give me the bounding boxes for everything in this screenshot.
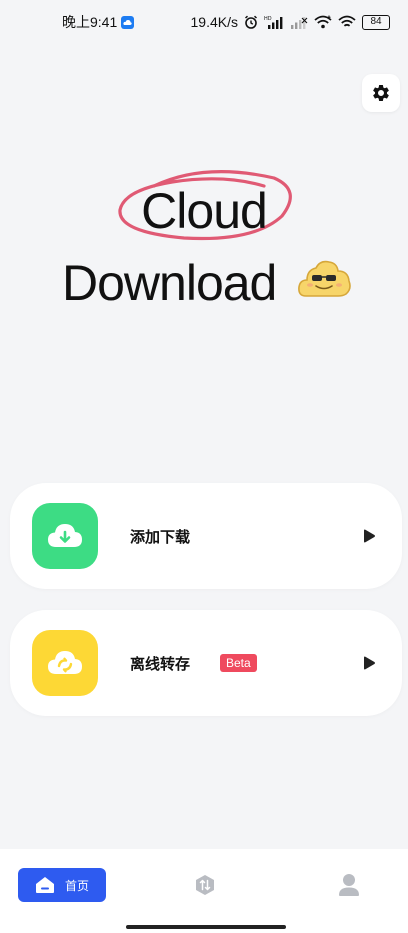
battery-icon: 84 [362,14,390,30]
status-right: 19.4K/s HD 84 [191,14,408,30]
play-arrow-icon [364,529,375,543]
nav-home-label: 首页 [64,878,89,893]
settings-button[interactable] [362,74,400,112]
beta-badge: Beta [220,654,257,672]
status-left: 晚上9:41 [0,12,135,32]
cool-cloud-emoji-icon [298,260,351,297]
wifi-icon [314,15,332,29]
nav-profile-tab[interactable] [338,873,360,902]
hero-title-line1: Cloud [141,183,268,239]
cloud-sync-icon [48,651,82,674]
hero-title-line2: Download [62,255,277,311]
status-time: 晚上9:41 [62,14,118,30]
battery-level: 84 [370,16,382,27]
offline-transfer-label: 离线转存 [130,655,191,673]
card-icon-bg [32,630,98,696]
card-icon-bg [32,503,98,569]
cloud-notification-icon [121,15,135,29]
bottom-nav: 首页 [0,849,408,933]
transfer-icon [196,875,214,895]
alarm-icon [244,15,258,29]
network-speed: 19.4K/s [190,14,238,30]
profile-icon [339,874,359,896]
hero-logo: Cloud Download [0,168,408,318]
add-download-label: 添加下载 [130,528,191,546]
hotspot-icon [338,15,356,29]
signal-icon [290,15,308,29]
gear-icon [373,84,389,101]
offline-transfer-card[interactable]: 离线转存 Beta [10,610,402,716]
nav-transfer-tab[interactable] [194,874,216,901]
nav-home-tab[interactable]: 首页 [18,868,106,902]
play-arrow-icon [364,656,375,670]
add-download-card[interactable]: 添加下载 [10,483,402,589]
home-icon [35,877,54,893]
svg-text:HD: HD [264,16,272,22]
cloud-download-icon [48,524,82,547]
status-bar: 晚上9:41 19.4K/s HD 84 [0,0,408,44]
hd-signal-icon: HD [264,15,284,29]
home-indicator [126,925,286,929]
